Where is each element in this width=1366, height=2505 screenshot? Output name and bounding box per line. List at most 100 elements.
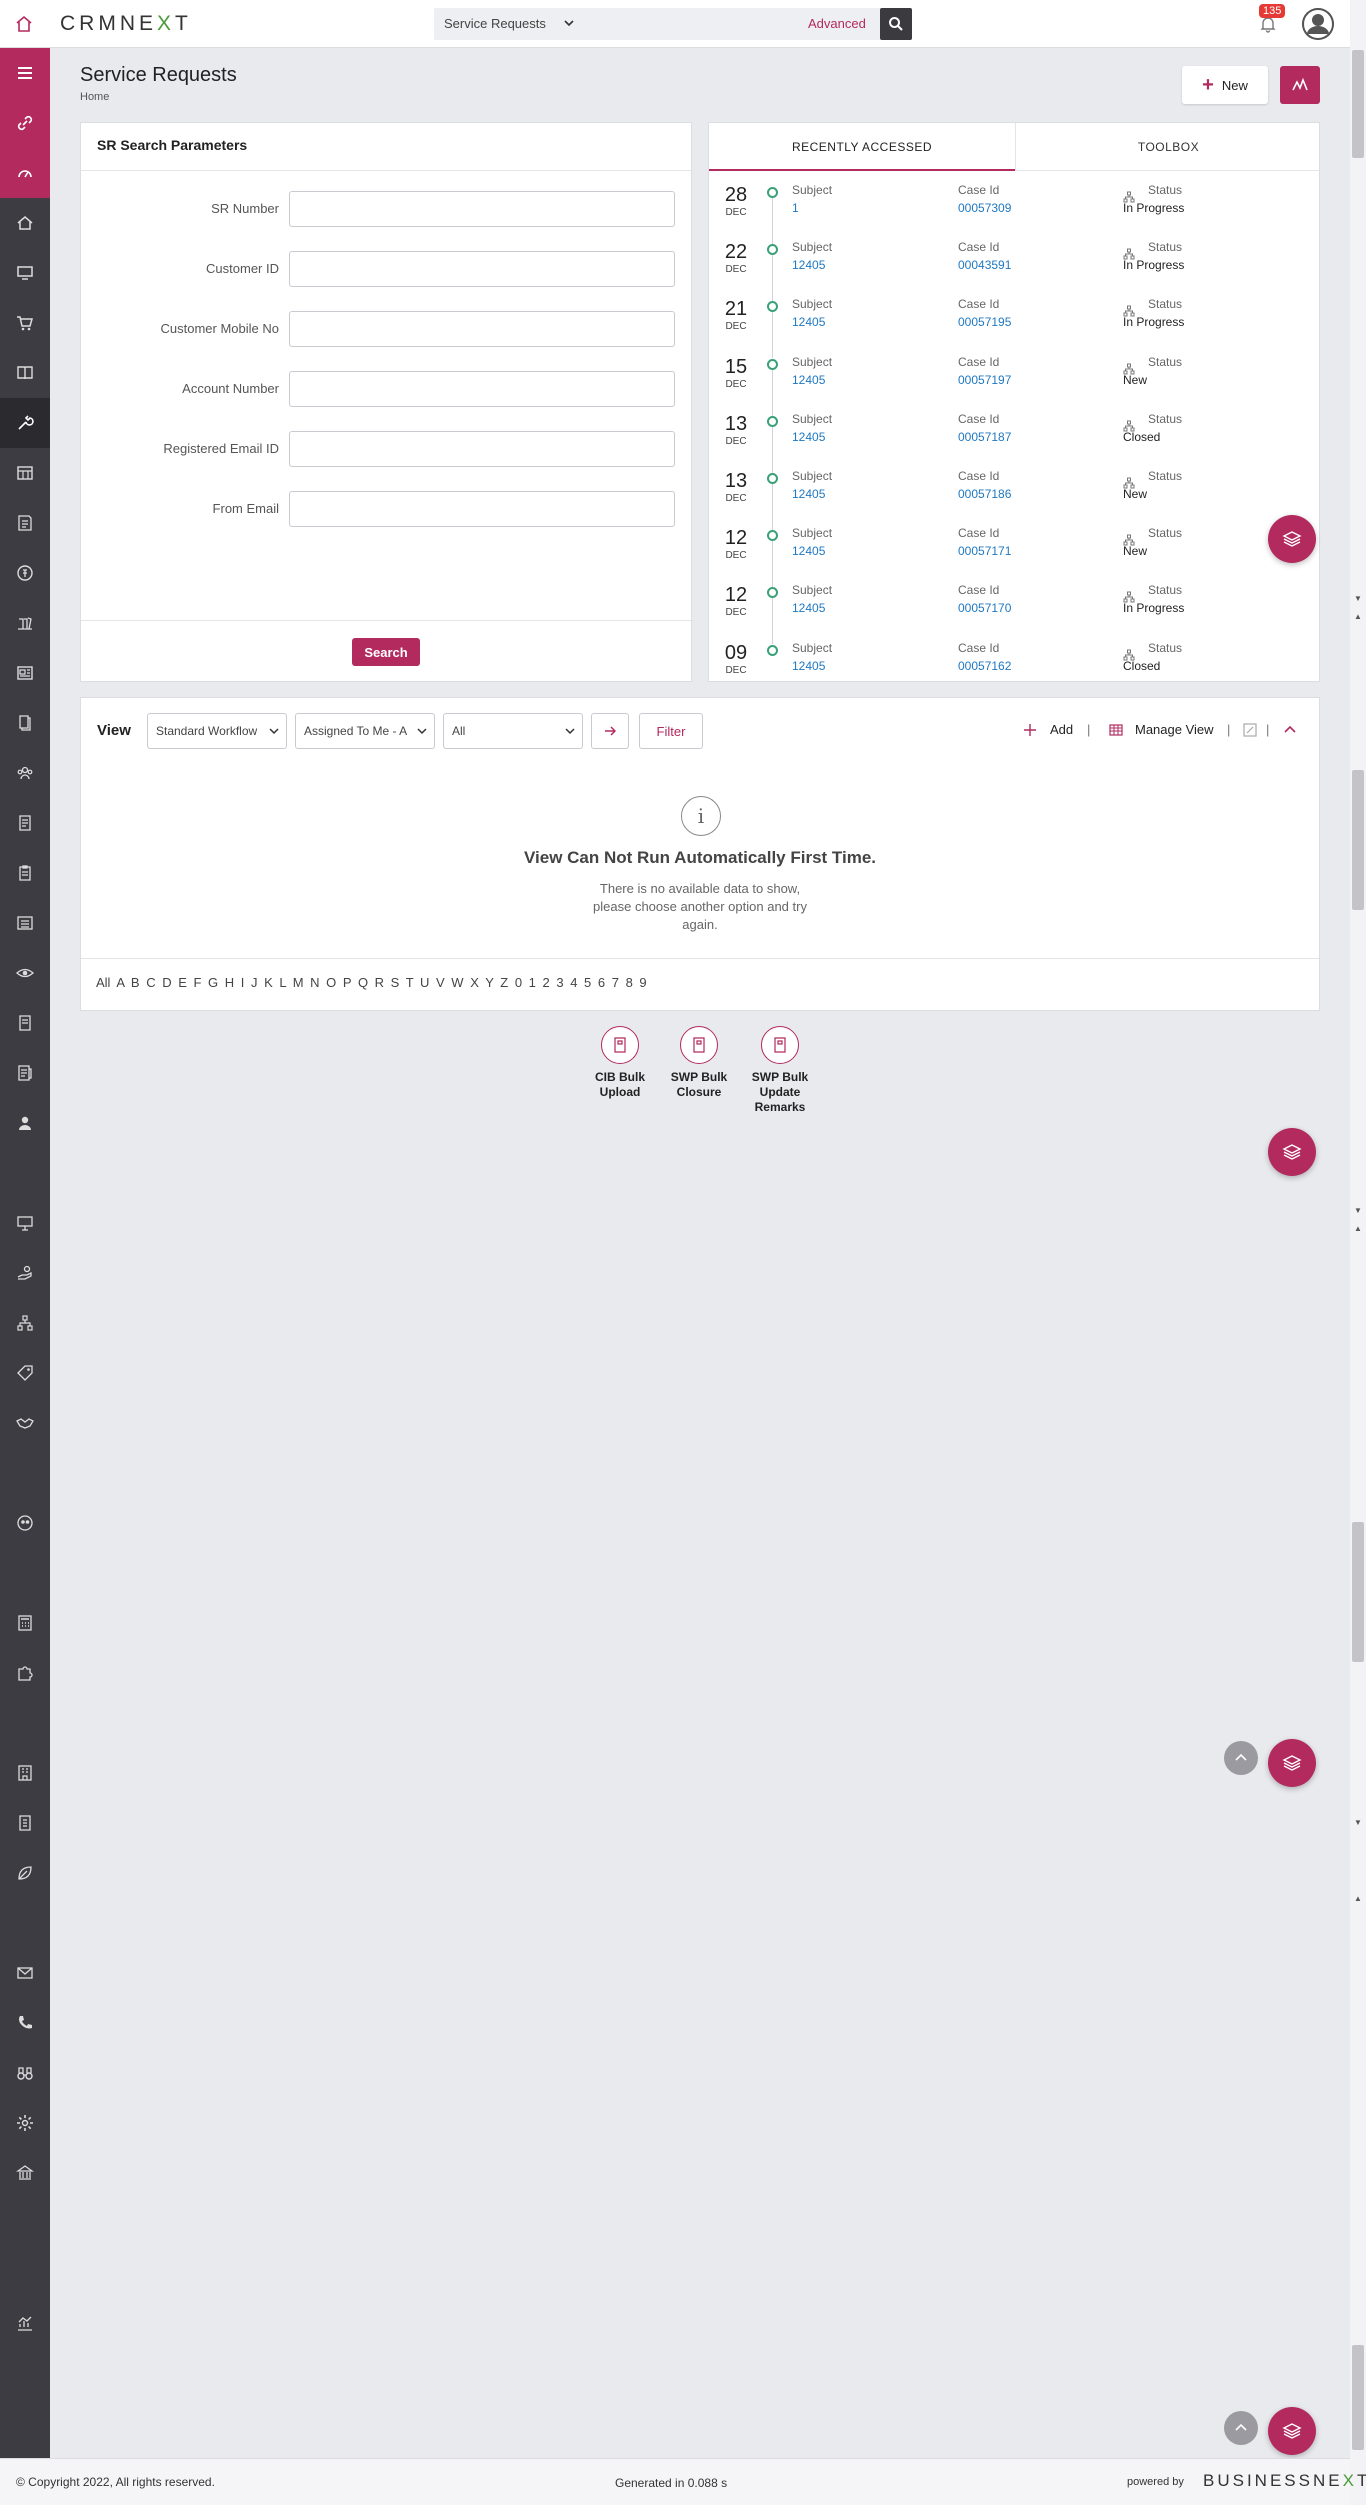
sidebar-item-contact[interactable] bbox=[0, 1098, 50, 1148]
sidebar-item-notes[interactable] bbox=[0, 498, 50, 548]
sidebar-item-hand[interactable] bbox=[0, 1248, 50, 1298]
subject-link[interactable]: 12405 bbox=[792, 544, 825, 558]
sidebar-item-users[interactable] bbox=[0, 1498, 50, 1548]
case-id-link[interactable]: 00057186 bbox=[958, 487, 1011, 501]
sidebar-item-reports[interactable] bbox=[0, 798, 50, 848]
manage-view-button[interactable]: Manage View bbox=[1135, 722, 1214, 737]
sidebar-item-service[interactable] bbox=[0, 398, 50, 448]
recent-item[interactable]: 22 DEC Subject 12405 Case Id 00043591 Status In… bbox=[709, 238, 1319, 302]
case-id-link[interactable]: 00057187 bbox=[958, 430, 1011, 444]
sidebar-item-bank[interactable] bbox=[0, 2148, 50, 2198]
scrollbar-thumb[interactable] bbox=[1352, 770, 1364, 910]
subject-link[interactable]: 12405 bbox=[792, 601, 825, 615]
recent-item[interactable]: 12 DEC Subject 12405 Case Id 00057170 Status In… bbox=[709, 581, 1319, 645]
recent-item[interactable]: 13 DEC Subject 12405 Case Id 00057186 Status Ne… bbox=[709, 467, 1319, 530]
scroll-top-button[interactable] bbox=[1224, 1741, 1258, 1775]
recent-item[interactable]: 15 DEC Subject 12405 Case Id 00057197 Status Ne… bbox=[709, 353, 1319, 416]
case-id-link[interactable]: 00057197 bbox=[958, 373, 1011, 387]
sidebar-item-docs[interactable] bbox=[0, 698, 50, 748]
case-id-link[interactable]: 00043591 bbox=[958, 258, 1011, 272]
bulk-action-cib-upload[interactable]: CIB Bulk Upload bbox=[580, 1026, 660, 1100]
case-id-link[interactable]: 00057309 bbox=[958, 201, 1011, 215]
add-view-button[interactable]: Add bbox=[1050, 722, 1073, 737]
scroll-down-arrow[interactable]: ▼ bbox=[1352, 1818, 1364, 1827]
recent-item[interactable]: 28 DEC Subject 1 Case Id 00057309 Status In Pro… bbox=[709, 181, 1319, 244]
chevron-up-icon[interactable] bbox=[1283, 723, 1297, 737]
recent-item[interactable]: 12 DEC Subject 12405 Case Id 00057171 Status Ne… bbox=[709, 524, 1319, 588]
sr-number-input[interactable] bbox=[289, 191, 675, 227]
user-avatar[interactable] bbox=[1302, 8, 1334, 40]
scroll-down-arrow[interactable]: ▼ bbox=[1352, 594, 1364, 603]
sidebar-item-home[interactable] bbox=[0, 198, 50, 248]
filter-button[interactable]: Filter bbox=[639, 713, 703, 749]
search-submit-button[interactable]: Search bbox=[352, 638, 420, 666]
case-id-link[interactable]: 00057171 bbox=[958, 544, 1011, 558]
subject-link[interactable]: 12405 bbox=[792, 373, 825, 387]
tab-toolbox[interactable]: TOOLBOX bbox=[1015, 123, 1319, 171]
sidebar-item-library[interactable] bbox=[0, 598, 50, 648]
sidebar-item-links[interactable] bbox=[0, 98, 50, 148]
sidebar-item-mail[interactable] bbox=[0, 1948, 50, 1998]
sidebar-item-calculator[interactable] bbox=[0, 1598, 50, 1648]
sidebar-item-clipboard[interactable] bbox=[0, 848, 50, 898]
subject-link[interactable]: 1 bbox=[792, 201, 799, 215]
account-number-input[interactable] bbox=[289, 371, 675, 407]
case-id-link[interactable]: 00057162 bbox=[958, 659, 1011, 673]
layers-fab[interactable] bbox=[1268, 515, 1316, 563]
scroll-up-arrow[interactable]: ▲ bbox=[1352, 612, 1364, 621]
sidebar-item-eye[interactable] bbox=[0, 948, 50, 998]
scroll-up-arrow[interactable]: ▲ bbox=[1352, 1224, 1364, 1233]
sidebar-item-ledger[interactable] bbox=[0, 1048, 50, 1098]
recent-item[interactable]: 13 DEC Subject 12405 Case Id 00057187 Status Cl… bbox=[709, 410, 1319, 473]
sidebar-item-analytics[interactable] bbox=[0, 2298, 50, 2348]
scrollbar-thumb[interactable] bbox=[1352, 2345, 1364, 2450]
all-select[interactable]: All bbox=[443, 713, 583, 749]
sidebar-item-leaf[interactable] bbox=[0, 1848, 50, 1898]
sidebar-item-team[interactable] bbox=[0, 748, 50, 798]
scrollbar-thumb[interactable] bbox=[1352, 1522, 1364, 1662]
crmnext-logo[interactable]: CRMNEXT bbox=[60, 12, 192, 36]
go-button[interactable] bbox=[591, 713, 629, 749]
layers-fab[interactable] bbox=[1268, 2407, 1316, 2455]
scrollbar[interactable] bbox=[1350, 0, 1366, 2505]
customer-mobile-input[interactable] bbox=[289, 311, 675, 347]
sidebar-item-news[interactable] bbox=[0, 648, 50, 698]
tab-recently-accessed[interactable]: RECENTLY ACCESSED bbox=[709, 123, 1015, 171]
plus-icon[interactable] bbox=[1023, 723, 1037, 737]
sidebar-item-puzzle[interactable] bbox=[0, 1648, 50, 1698]
breadcrumb[interactable]: Home bbox=[80, 91, 109, 103]
sidebar-item-handshake[interactable] bbox=[0, 1398, 50, 1448]
sidebar-item-binoculars[interactable] bbox=[0, 2048, 50, 2098]
sidebar-item-grid[interactable] bbox=[0, 448, 50, 498]
sidebar-item-form[interactable] bbox=[0, 998, 50, 1048]
table-icon[interactable] bbox=[1109, 723, 1123, 737]
menu-toggle[interactable] bbox=[0, 48, 50, 98]
sidebar-item-tag[interactable] bbox=[0, 1348, 50, 1398]
home-icon[interactable] bbox=[14, 14, 34, 34]
recent-item[interactable]: 21 DEC Subject 12405 Case Id 00057195 Status In… bbox=[709, 295, 1319, 359]
case-id-link[interactable]: 00057170 bbox=[958, 601, 1011, 615]
subject-link[interactable]: 12405 bbox=[792, 430, 825, 444]
bulk-action-swp-closure[interactable]: SWP Bulk Closure bbox=[659, 1026, 739, 1100]
sidebar-item-book[interactable] bbox=[0, 348, 50, 398]
activity-button[interactable] bbox=[1280, 66, 1320, 104]
scrollbar-thumb[interactable] bbox=[1352, 50, 1364, 158]
chevron-down-icon[interactable] bbox=[562, 16, 576, 30]
alphabet-letters[interactable]: All A B C D E F G H I J K L M N O P Q R … bbox=[96, 975, 647, 990]
from-email-input[interactable] bbox=[289, 491, 675, 527]
registered-email-input[interactable] bbox=[289, 431, 675, 467]
subject-link[interactable]: 12405 bbox=[792, 659, 825, 673]
layers-fab[interactable] bbox=[1268, 1128, 1316, 1176]
search-button[interactable] bbox=[880, 8, 912, 40]
sidebar-item-list[interactable] bbox=[0, 898, 50, 948]
layers-fab[interactable] bbox=[1268, 1739, 1316, 1787]
subject-link[interactable]: 12405 bbox=[792, 258, 825, 272]
sidebar-item-settings[interactable] bbox=[0, 2098, 50, 2148]
bulk-action-swp-remarks[interactable]: SWP Bulk Update Remarks bbox=[740, 1026, 820, 1115]
subject-link[interactable]: 12405 bbox=[792, 315, 825, 329]
sidebar-item-phone[interactable] bbox=[0, 1998, 50, 2048]
scroll-top-button[interactable] bbox=[1224, 2411, 1258, 2445]
recent-item[interactable]: 09 DEC Subject 12405 Case Id 00057162 Status Cl… bbox=[709, 639, 1319, 681]
case-id-link[interactable]: 00057195 bbox=[958, 315, 1011, 329]
sidebar-item-building[interactable] bbox=[0, 1748, 50, 1798]
